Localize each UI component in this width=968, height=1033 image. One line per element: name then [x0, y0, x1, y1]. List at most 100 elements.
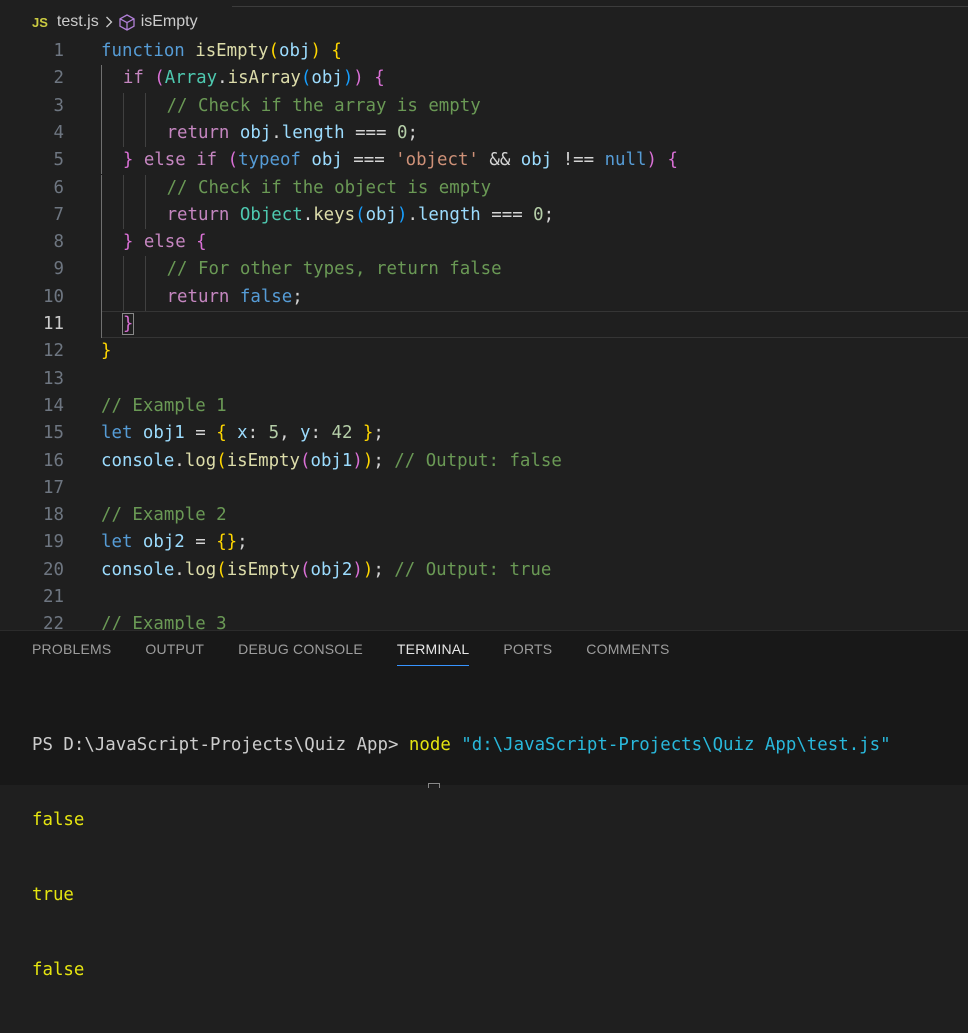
code-token: else — [133, 232, 197, 253]
line-number: 14 — [43, 395, 64, 416]
line-number: 4 — [53, 122, 64, 143]
code-line[interactable]: 4 return obj.length === 0; — [0, 119, 968, 148]
code-token: // Check if the array is empty — [166, 95, 481, 116]
code-line[interactable]: 11} — [0, 311, 968, 339]
indent-guide — [101, 256, 102, 284]
code-line[interactable]: 5} else if (typeof obj === 'object' && o… — [0, 147, 968, 175]
code-line[interactable]: 14 // Example 1 — [0, 393, 968, 420]
indent-guide — [144, 283, 146, 311]
code-token: console — [101, 450, 175, 471]
line-number: 1 — [53, 41, 64, 61]
code-token: log — [184, 450, 217, 471]
code-token: 42 — [331, 423, 353, 444]
indent-guide — [144, 201, 146, 230]
code-line[interactable]: 1 function isEmpty(obj) { — [0, 38, 968, 65]
code-line[interactable]: 13 — [0, 366, 968, 393]
code-line[interactable]: 21 — [0, 584, 968, 611]
code-line[interactable]: 17 — [0, 475, 968, 502]
indent-guide — [144, 119, 146, 148]
bottom-panel: PROBLEMS OUTPUT DEBUG CONSOLE TERMINAL PORTS… — [0, 630, 968, 980]
code-line[interactable]: 19 let obj2 = {}; — [0, 529, 968, 556]
code-token: x — [237, 423, 248, 444]
code-line[interactable]: 8} else { — [0, 229, 968, 257]
code-token: 'object' — [395, 150, 479, 171]
indent-guide — [101, 174, 102, 202]
code-line[interactable]: 6 // Check if the object is empty — [0, 174, 968, 202]
code-token: ) — [362, 559, 374, 580]
code-token: console — [101, 559, 175, 580]
code-token: . — [174, 450, 185, 471]
code-token: if — [122, 68, 155, 89]
indent-guide — [101, 283, 102, 311]
code-text: } else if (typeof obj === 'object' && ob… — [123, 147, 678, 174]
code-line[interactable]: 10 return false; — [0, 283, 968, 311]
code-token: ( — [300, 68, 312, 89]
code-line[interactable]: 15 let obj1 = { x: 5, y: 42 }; — [0, 420, 968, 447]
tab-output[interactable]: OUTPUT — [145, 641, 204, 666]
terminal-output-line: true — [32, 885, 74, 905]
code-token: . — [302, 204, 314, 225]
code-token: ( — [227, 150, 239, 171]
line-number: 20 — [43, 559, 64, 580]
code-line[interactable]: 9 // For other types, return false — [0, 256, 968, 284]
code-token: === — [480, 204, 534, 225]
code-token: ; — [292, 286, 303, 307]
tab-terminal[interactable]: TERMINAL — [396, 641, 470, 666]
javascript-file-icon: JS — [32, 14, 48, 30]
code-token: // Example 3 — [101, 614, 227, 630]
code-token: ) — [342, 68, 354, 89]
code-line[interactable]: 16 console.log(isEmpty(obj1)); // Output:… — [0, 448, 968, 475]
code-token: ; — [373, 559, 395, 580]
code-token: let — [101, 423, 143, 444]
indent-guide — [122, 256, 124, 284]
code-token: function — [101, 41, 196, 61]
code-text: return obj.length === 0; — [167, 120, 418, 147]
code-token: obj — [300, 150, 343, 171]
line-number: 15 — [43, 423, 64, 444]
line-number: 7 — [53, 204, 64, 225]
tab-ports[interactable]: PORTS — [503, 641, 552, 666]
line-number: 18 — [43, 505, 64, 526]
code-token: ( — [355, 204, 366, 225]
indent-guide — [101, 92, 102, 120]
code-token: 0 — [533, 204, 544, 225]
code-token: === — [344, 122, 397, 143]
code-token: ( — [299, 450, 311, 471]
code-line[interactable]: 3 // Check if the array is empty — [0, 92, 968, 120]
code-token: = — [184, 532, 217, 553]
code-token: ; — [407, 122, 418, 143]
tab-debug-console[interactable]: DEBUG CONSOLE — [238, 641, 363, 666]
tab-problems[interactable]: PROBLEMS — [32, 641, 111, 666]
code-token: Object — [239, 204, 303, 225]
code-line[interactable]: 12} — [0, 338, 968, 365]
line-number: 3 — [53, 95, 64, 116]
code-token: 0 — [396, 122, 408, 143]
breadcrumb-file[interactable]: test.js — [57, 13, 99, 31]
code-token: . — [217, 68, 228, 89]
code-token: . — [174, 559, 185, 580]
code-line[interactable]: 2 if (Array.isArray(obj)) { — [0, 65, 968, 93]
code-text: let obj1 = { x: 5, y: 42 }; — [101, 420, 384, 447]
method-cube-icon — [119, 13, 135, 31]
code-token: === — [342, 150, 396, 171]
code-editor[interactable]: 1 function isEmpty(obj) {2 if (Array.isArr… — [0, 38, 968, 630]
code-line[interactable]: 7 return Object.keys(obj).length === 0; — [0, 201, 968, 230]
code-token: // Output: true — [394, 559, 552, 580]
breadcrumb-symbol[interactable]: isEmpty — [141, 13, 198, 31]
code-text: let obj2 = {}; — [101, 529, 248, 556]
indent-guide — [122, 92, 124, 120]
terminal-output-line: false — [32, 810, 85, 830]
code-token: ; — [373, 450, 395, 471]
code-token: // Check if the object is empty — [166, 177, 492, 198]
tab-comments[interactable]: COMMENTS — [586, 641, 669, 666]
code-line[interactable]: 22 // Example 3 — [0, 611, 968, 630]
code-token: ( — [216, 450, 227, 471]
line-number: 21 — [43, 587, 64, 607]
code-token: ) — [352, 450, 363, 471]
code-token: ; — [373, 423, 384, 444]
terminal-output[interactable]: PS D:\JavaScript-Projects\Quiz App> node… — [32, 683, 891, 1033]
code-line[interactable]: 18 // Example 2 — [0, 502, 968, 529]
code-line[interactable]: 20 console.log(isEmpty(obj2)); // Output:… — [0, 557, 968, 584]
